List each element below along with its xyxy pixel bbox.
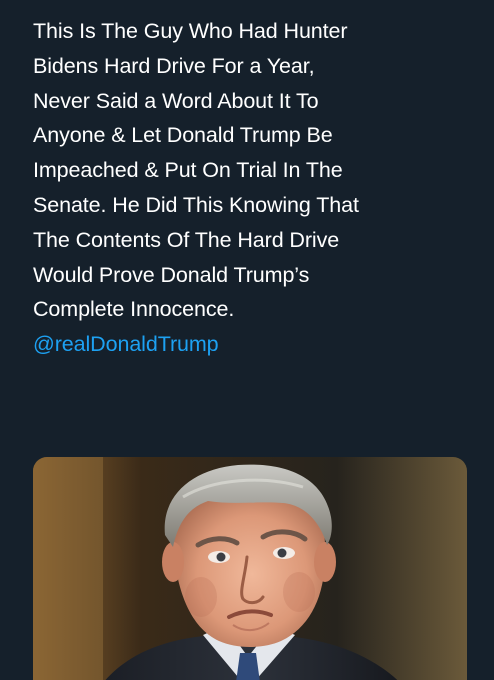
tweet-text-line: Never Said a Word About It To [33,88,319,113]
tweet-text-line: Senate. He Did This Knowing That [33,192,359,217]
man-portrait-photo [33,457,467,680]
tweet-photo[interactable] [33,457,467,680]
tweet-text-line: This Is The Guy Who Had Hunter [33,19,348,43]
tweet-text-line: The Contents Of The Hard Drive [33,227,340,252]
tweet-text-line: Complete Innocence. [33,297,235,322]
tweet-text-line: Bidens Hard Drive For a Year, [33,53,315,78]
mention-link[interactable]: @realDonaldTrump [33,327,483,362]
tweet-text-line: Anyone & Let Donald Trump Be [33,123,333,148]
tweet-text-line: Impeached & Put On Trial In The [33,158,343,183]
tweet-view: This Is The Guy Who Had Hunter Bidens Ha… [0,0,494,680]
tweet-body: This Is The Guy Who Had Hunter Bidens Ha… [33,14,483,362]
tweet-text-line: Would Prove Donald Trump’s [33,262,310,287]
